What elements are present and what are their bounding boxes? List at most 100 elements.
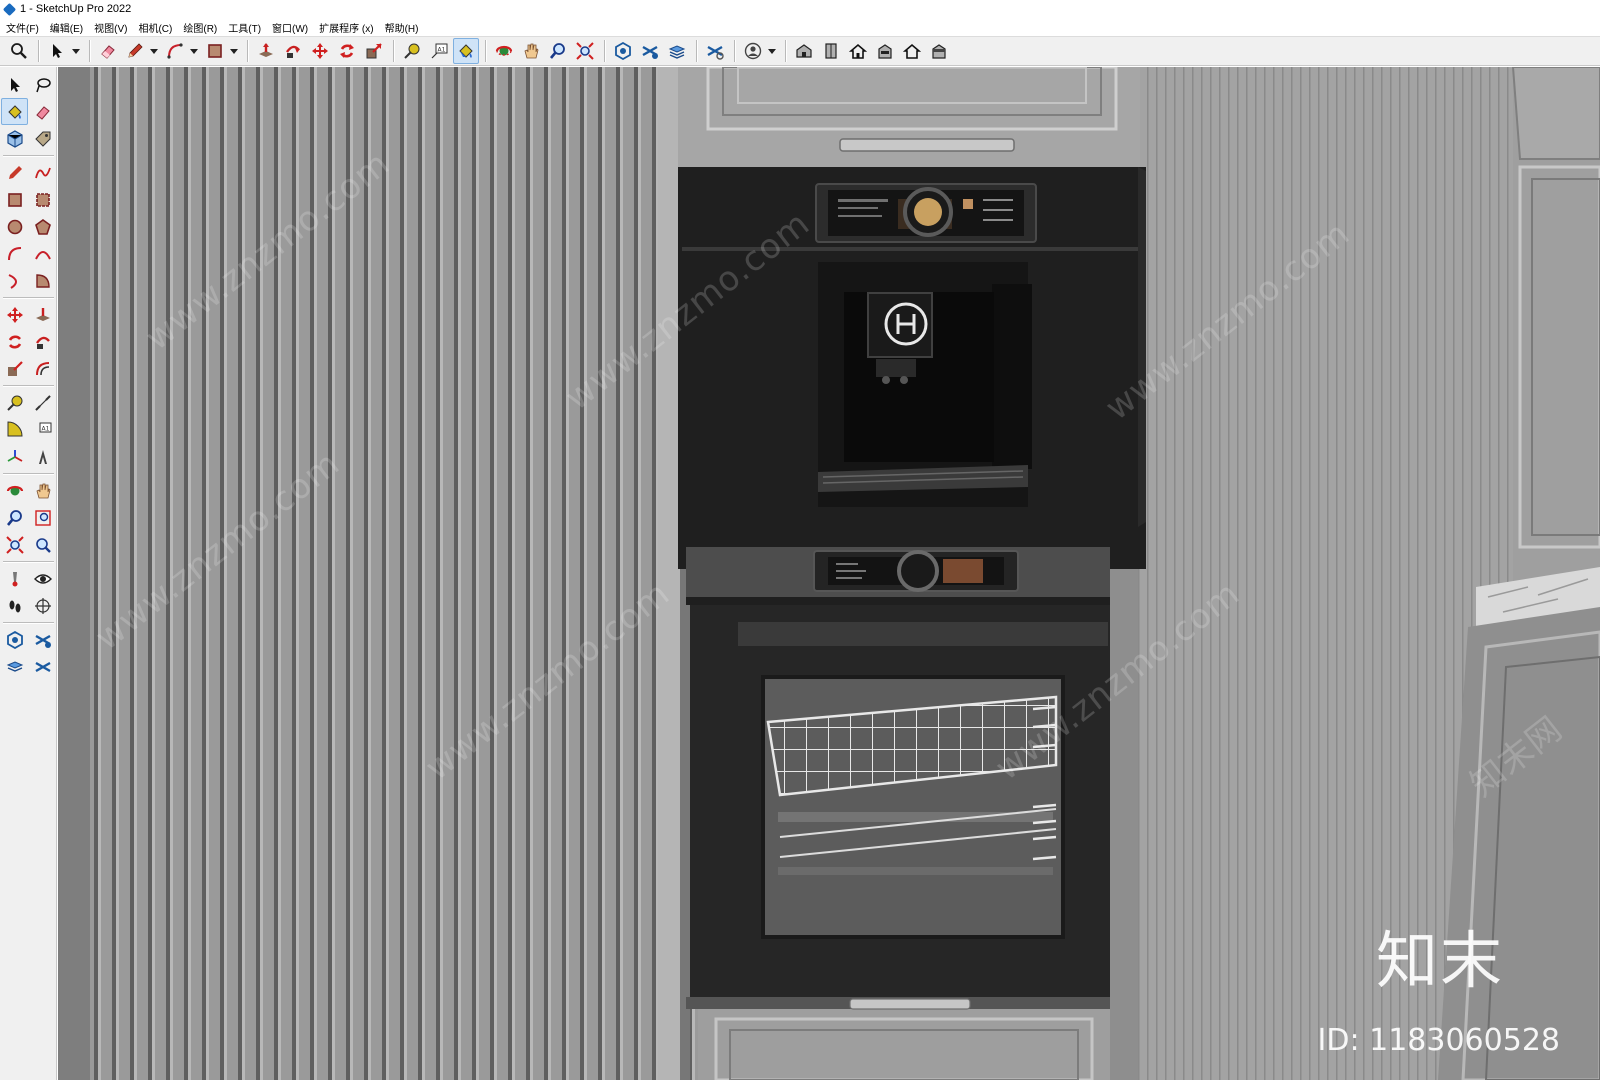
menu-edit[interactable]: 编辑(E) (47, 20, 87, 35)
lt-polygon-button[interactable] (29, 213, 56, 240)
lt-look-around-button[interactable] (29, 565, 56, 592)
lt-section-plane-button[interactable] (29, 592, 56, 619)
house-top-icon (825, 43, 837, 59)
menu-draw[interactable]: 绘图(R) (180, 20, 221, 35)
orbit-icon (6, 485, 23, 495)
lt-rotate-button[interactable] (1, 328, 28, 355)
arc-tool-button[interactable] (162, 38, 188, 64)
toolbar-separator (3, 473, 54, 474)
lt-circle-button[interactable] (1, 213, 28, 240)
circle-icon (7, 219, 22, 234)
eraser-tool-button[interactable] (95, 38, 121, 64)
line-tool-button[interactable] (122, 38, 148, 64)
lt-pie-button[interactable] (29, 267, 56, 294)
arc-dropdown[interactable] (189, 38, 199, 64)
view-right-button[interactable] (872, 38, 898, 64)
eraser-icon (101, 45, 115, 59)
lt-select-button[interactable] (1, 71, 28, 98)
extension-warehouse-button[interactable] (637, 38, 663, 64)
lt-2pt-arc-button[interactable] (29, 240, 56, 267)
lt-rectangle-button[interactable] (1, 186, 28, 213)
fluted-wall-panel (58, 67, 698, 1080)
lt-eraser-button[interactable] (29, 98, 56, 125)
line-dropdown[interactable] (149, 38, 159, 64)
account-dropdown[interactable] (767, 38, 777, 64)
zoom-extents-button[interactable] (572, 38, 598, 64)
lt-lasso-button[interactable] (29, 71, 56, 98)
dimension-icon (34, 394, 51, 411)
tape-measure-button[interactable] (399, 38, 425, 64)
lt-tag-button[interactable] (29, 125, 56, 152)
account-button[interactable] (740, 38, 766, 64)
push-pull-icon (259, 43, 273, 57)
lt-previous-view-button[interactable] (29, 531, 56, 558)
menu-extensions[interactable]: 扩展程序 (x) (316, 20, 377, 35)
toolbar-separator (393, 40, 394, 62)
lt-zoom-button[interactable] (1, 504, 28, 531)
lt-dimension-button[interactable] (29, 389, 56, 416)
lt-3d-warehouse-button[interactable] (1, 626, 28, 653)
title-bar: 1 - SketchUp Pro 2022 (0, 0, 1600, 18)
lt-extension-warehouse-button[interactable] (29, 626, 56, 653)
lt-zoom-window-button[interactable] (29, 504, 56, 531)
follow-me-button[interactable] (280, 38, 306, 64)
rotate-tool-button[interactable] (334, 38, 360, 64)
view-top-button[interactable] (818, 38, 844, 64)
paint-bucket-button[interactable] (453, 38, 479, 64)
lt-scale-button[interactable] (1, 355, 28, 382)
lt-protractor-button[interactable] (1, 416, 28, 443)
lt-rotated-rectangle-button[interactable] (29, 186, 56, 213)
move-icon (6, 306, 23, 323)
view-iso-button[interactable] (791, 38, 817, 64)
lt-extension-manager-button[interactable] (29, 653, 56, 680)
3d-warehouse-button[interactable] (610, 38, 636, 64)
lt-line-button[interactable] (1, 159, 28, 186)
lt-follow-me-button[interactable] (29, 328, 56, 355)
lt-move-button[interactable] (1, 301, 28, 328)
lt-zoom-extents-button[interactable] (1, 531, 28, 558)
lt-orbit-button[interactable] (1, 477, 28, 504)
view-front-button[interactable] (845, 38, 871, 64)
search-button[interactable] (6, 38, 32, 64)
lt-component-button[interactable] (1, 125, 28, 152)
lt-3d-text-button[interactable] (29, 443, 56, 470)
move-tool-button[interactable] (307, 38, 333, 64)
menu-view[interactable]: 视图(V) (91, 20, 131, 35)
lt-position-camera-button[interactable] (1, 565, 28, 592)
menu-camera[interactable]: 相机(C) (135, 20, 176, 35)
view-back-button[interactable] (899, 38, 925, 64)
select-arrow-icon (10, 77, 20, 92)
orbit-button[interactable] (491, 38, 517, 64)
lt-pan-button[interactable] (29, 477, 56, 504)
extension-manager-button[interactable] (702, 38, 728, 64)
lt-tape-measure-button[interactable] (1, 389, 28, 416)
lt-push-pull-button[interactable] (29, 301, 56, 328)
lt-offset-button[interactable] (29, 355, 56, 382)
text-tool-button[interactable]: A1 (426, 38, 452, 64)
lt-arc-button[interactable] (1, 240, 28, 267)
lt-walk-button[interactable] (1, 592, 28, 619)
select-tool-button[interactable] (44, 38, 70, 64)
lt-text-button[interactable]: A1 (29, 416, 56, 443)
layout-button[interactable] (664, 38, 690, 64)
scale-tool-button[interactable] (361, 38, 387, 64)
menu-tools[interactable]: 工具(T) (225, 20, 265, 35)
rectangle-dropdown[interactable] (229, 38, 239, 64)
model-viewport[interactable]: www.znzmo.com www.znzmo.com www.znzmo.co… (58, 67, 1600, 1080)
lt-axes-button[interactable] (1, 443, 28, 470)
pan-button[interactable] (518, 38, 544, 64)
lt-layout-button[interactable] (1, 653, 28, 680)
lt-paint-bucket-button[interactable] (1, 98, 28, 125)
two-point-arc-icon (34, 250, 51, 259)
view-left-button[interactable] (926, 38, 952, 64)
zoom-button[interactable] (545, 38, 571, 64)
select-dropdown[interactable] (71, 38, 81, 64)
rectangle-tool-button[interactable] (202, 38, 228, 64)
protractor-icon (7, 420, 23, 436)
menu-help[interactable]: 帮助(H) (382, 20, 423, 35)
push-pull-button[interactable] (253, 38, 279, 64)
lt-3pt-arc-button[interactable] (1, 267, 28, 294)
menu-file[interactable]: 文件(F) (3, 20, 43, 35)
menu-window[interactable]: 窗口(W) (269, 20, 312, 35)
lt-freehand-button[interactable] (29, 159, 56, 186)
